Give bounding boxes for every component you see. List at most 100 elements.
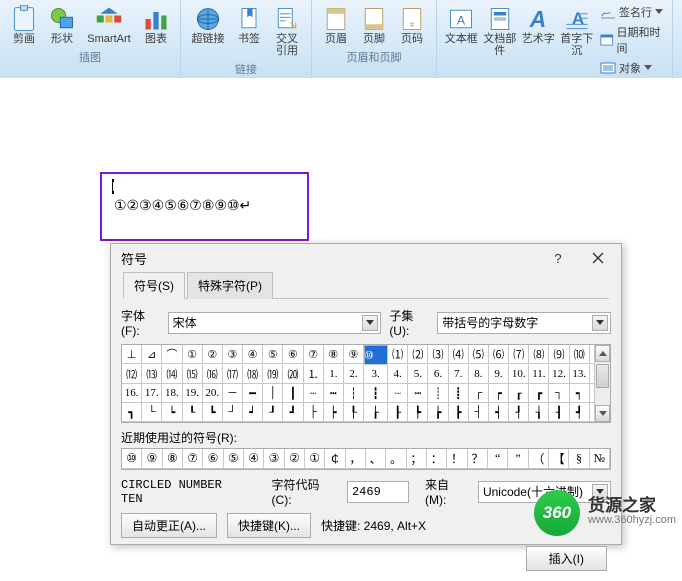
- symbol-cell[interactable]: ┑: [570, 384, 590, 403]
- symbol-cell[interactable]: 16.: [122, 384, 142, 403]
- symbol-cell[interactable]: 5.: [408, 365, 428, 384]
- symbol-cell[interactable]: ┓: [122, 403, 142, 422]
- symbol-cell[interactable]: ┧: [529, 403, 549, 422]
- dialog-titlebar[interactable]: 符号 ?: [111, 244, 621, 272]
- symbol-cell[interactable]: ┙: [243, 403, 263, 422]
- symbol-cell[interactable]: ⑤: [263, 345, 283, 364]
- symbol-cell[interactable]: ┣: [449, 403, 469, 422]
- symbol-cell[interactable]: ┅: [324, 384, 344, 403]
- scrollbar[interactable]: [594, 345, 610, 422]
- symbol-cell[interactable]: ┛: [283, 403, 303, 422]
- symbol-cell[interactable]: 7.: [449, 365, 469, 384]
- symbol-cell[interactable]: ⑨: [344, 345, 364, 364]
- crossref-button[interactable]: 交叉 引用: [269, 2, 305, 60]
- symbol-cell[interactable]: ⒀: [142, 365, 162, 384]
- scroll-down-button[interactable]: [595, 405, 610, 422]
- header-button[interactable]: 页眉: [318, 2, 354, 48]
- recent-cell[interactable]: ！: [447, 449, 467, 469]
- symbol-cell[interactable]: ⑿: [122, 365, 142, 384]
- shortcutkey-button[interactable]: 快捷键(K)...: [227, 513, 311, 538]
- symbol-cell[interactable]: ┤: [469, 403, 489, 422]
- scroll-track[interactable]: [595, 362, 610, 405]
- symbol-cell[interactable]: ┥: [489, 403, 509, 422]
- recent-grid[interactable]: ⑩⑨⑧⑦⑥⑤④③②①￠，、。；：！？“”（【§№: [121, 448, 611, 470]
- symbol-cell[interactable]: ⒈: [304, 365, 324, 384]
- footer-button[interactable]: 页脚: [356, 2, 392, 48]
- symbol-cell[interactable]: ┨: [549, 403, 569, 422]
- symbol-cell[interactable]: ┠: [388, 403, 408, 422]
- symbol-cell[interactable]: 1.: [324, 365, 344, 384]
- symbol-cell[interactable]: ⑹: [489, 345, 509, 364]
- symbol-cell[interactable]: ⑴: [388, 345, 408, 364]
- symbol-cell[interactable]: ┃: [283, 384, 303, 403]
- symbol-cell[interactable]: ⊿: [142, 345, 162, 364]
- symbol-cell[interactable]: ⒅: [243, 365, 263, 384]
- symbol-cell[interactable]: 12.: [549, 365, 569, 384]
- recent-cell[interactable]: 【: [549, 449, 569, 469]
- symbol-cell[interactable]: ┕: [162, 403, 182, 422]
- recent-cell[interactable]: 。: [386, 449, 406, 469]
- symbol-cell[interactable]: 9.: [489, 365, 509, 384]
- symbol-cell[interactable]: ⒂: [183, 365, 203, 384]
- signature-button[interactable]: 签名行: [597, 2, 666, 22]
- tab-special[interactable]: 特殊字符(P): [187, 272, 273, 299]
- symbol-cell[interactable]: ⒇: [283, 365, 303, 384]
- symbol-cell[interactable]: ━: [243, 384, 263, 403]
- symbol-cell[interactable]: 11.: [529, 365, 549, 384]
- code-input[interactable]: 2469: [347, 481, 409, 503]
- symbol-cell[interactable]: 18.: [162, 384, 182, 403]
- symbol-cell[interactable]: ┖: [183, 403, 203, 422]
- symbol-cell[interactable]: ①: [183, 345, 203, 364]
- symbol-cell[interactable]: │: [263, 384, 283, 403]
- symbol-cell[interactable]: 2.: [344, 365, 364, 384]
- recent-cell[interactable]: ①: [305, 449, 325, 469]
- chart-button[interactable]: 图表: [138, 2, 174, 48]
- symbol-cell[interactable]: ┢: [428, 403, 448, 422]
- symbol-cell[interactable]: ②: [203, 345, 223, 364]
- symbol-cell[interactable]: ┘: [223, 403, 243, 422]
- datetime-button[interactable]: 日期和时间: [597, 22, 666, 58]
- symbol-cell[interactable]: ⑺: [509, 345, 529, 364]
- symbol-cell[interactable]: ┆: [344, 384, 364, 403]
- symbol-cell[interactable]: ├: [304, 403, 324, 422]
- symbol-cell[interactable]: ⑼: [549, 345, 569, 364]
- recent-cell[interactable]: ⑨: [142, 449, 162, 469]
- autocorrect-button[interactable]: 自动更正(A)...: [121, 513, 217, 538]
- recent-cell[interactable]: ，: [346, 449, 366, 469]
- symbol-grid[interactable]: ⊥⊿⌒①②③④⑤⑥⑦⑧⑨⑩⑴⑵⑶⑷⑸⑹⑺⑻⑼⑽⑾⑿⒀⒁⒂⒃⒄⒅⒆⒇⒈1.2.3.…: [121, 344, 611, 423]
- object-button[interactable]: 对象: [597, 58, 666, 78]
- pagenum-button[interactable]: #页码: [394, 2, 430, 48]
- symbol-cell[interactable]: ⒄: [223, 365, 243, 384]
- symbol-cell[interactable]: 10.: [509, 365, 529, 384]
- symbol-cell[interactable]: ③: [223, 345, 243, 364]
- symbol-cell[interactable]: ⒁: [162, 365, 182, 384]
- shapes-button[interactable]: 形状: [44, 2, 80, 48]
- symbol-cell[interactable]: ⑻: [529, 345, 549, 364]
- symbol-cell[interactable]: 19.: [183, 384, 203, 403]
- font-select[interactable]: 宋体: [168, 312, 382, 334]
- close-button[interactable]: [579, 247, 617, 269]
- document-text[interactable]: ①②③④⑤⑥⑦⑧⑨⑩↵: [114, 198, 251, 215]
- clipart-button[interactable]: 剪画: [6, 2, 42, 48]
- recent-cell[interactable]: ；: [407, 449, 427, 469]
- recent-cell[interactable]: ⑩: [122, 449, 142, 469]
- symbol-cell[interactable]: ⑦: [304, 345, 324, 364]
- subset-select[interactable]: 带括号的字母数字: [437, 312, 611, 334]
- recent-cell[interactable]: “: [488, 449, 508, 469]
- symbol-cell[interactable]: ┟: [364, 403, 388, 422]
- insert-button[interactable]: 插入(I): [526, 546, 607, 571]
- symbol-cell[interactable]: ┝: [324, 403, 344, 422]
- symbol-cell[interactable]: 20.: [203, 384, 223, 403]
- symbol-cell[interactable]: ┏: [529, 384, 549, 403]
- symbol-cell[interactable]: ⊥: [122, 345, 142, 364]
- recent-cell[interactable]: ”: [508, 449, 528, 469]
- symbol-cell[interactable]: ┋: [449, 384, 469, 403]
- recent-cell[interactable]: ：: [427, 449, 447, 469]
- wordart-button[interactable]: A艺术字: [520, 2, 557, 78]
- symbol-cell[interactable]: 6.: [428, 365, 448, 384]
- recent-cell[interactable]: （: [529, 449, 549, 469]
- symbol-cell[interactable]: ┚: [263, 403, 283, 422]
- symbol-cell[interactable]: ┦: [509, 403, 529, 422]
- dropcap-button[interactable]: A首字下沉: [559, 2, 596, 78]
- symbol-cell[interactable]: 13.: [570, 365, 590, 384]
